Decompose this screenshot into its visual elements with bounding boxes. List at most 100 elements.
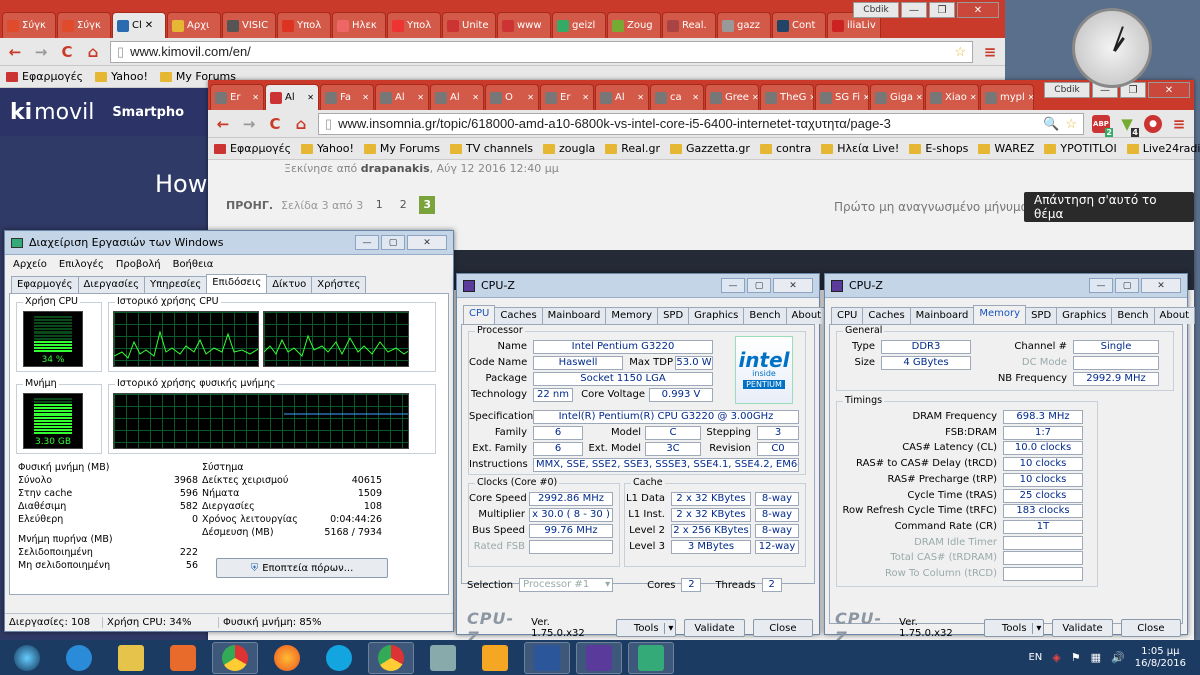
browser-tab[interactable]: Fa ✕	[320, 84, 374, 110]
bookmark-item[interactable]: Εφαρμογές	[214, 142, 291, 155]
clock-gadget[interactable]	[1072, 8, 1152, 88]
bookmark-item[interactable]: Yahoo!	[301, 142, 354, 155]
bookmark-item[interactable]: My Forums	[363, 142, 440, 155]
minimize-button[interactable]: —	[901, 2, 927, 18]
tab-caches[interactable]: Caches	[862, 307, 911, 324]
bookmark-item[interactable]: Real.gr	[605, 142, 660, 155]
browser-tab[interactable]: Al ✕	[430, 84, 484, 110]
tab-memory[interactable]: Memory	[973, 305, 1027, 325]
bookmark-item[interactable]: YPOTITLOI	[1044, 142, 1117, 155]
maximize-button[interactable]: ▢	[1115, 278, 1139, 293]
browser-tab[interactable]: Zoug	[607, 12, 661, 38]
browser-tab[interactable]: Σύγκ	[57, 12, 111, 38]
validate-button[interactable]: Validate	[684, 619, 745, 637]
tab-graphics[interactable]: Graphics	[688, 307, 745, 324]
bookmark-item[interactable]: zougla	[543, 142, 595, 155]
back-icon[interactable]: ←	[6, 43, 24, 61]
browser-tab[interactable]: Cl ✕	[112, 12, 166, 38]
browser-tab[interactable]: Al ✕	[375, 84, 429, 110]
forward-icon[interactable]: →	[32, 43, 50, 61]
maximize-button[interactable]: ❐	[929, 2, 955, 18]
minimize-button[interactable]: —	[721, 278, 745, 293]
star-icon[interactable]: ☆	[1065, 116, 1077, 132]
zoom-icon[interactable]: 🔍	[1043, 116, 1059, 132]
browser-tab[interactable]: mypl ✕	[980, 84, 1034, 110]
browser-tab[interactable]: Er ✕	[210, 84, 264, 110]
close-tab-icon[interactable]: ✕	[582, 93, 589, 102]
browser-tab[interactable]: Gree ✕	[705, 84, 759, 110]
tab-cpu[interactable]: CPU	[831, 307, 864, 324]
minimize-button[interactable]: —	[355, 235, 379, 250]
tools-button[interactable]: Tools ▾	[616, 619, 677, 637]
browser-tab[interactable]: SG Fi✕	[815, 84, 869, 110]
close-tab-icon[interactable]: ✕	[809, 93, 813, 102]
close-button[interactable]: ✕	[407, 235, 447, 250]
close-tab-icon[interactable]: ✕	[1028, 93, 1033, 102]
tray-app-icon[interactable]: ◈	[1052, 651, 1060, 664]
taskbar-media[interactable]	[160, 642, 206, 674]
close-tab-icon[interactable]: ✕	[863, 93, 868, 102]
maximize-button[interactable]: ▢	[747, 278, 771, 293]
tab-4[interactable]: Δίκτυο	[266, 276, 313, 293]
browser-tab[interactable]: TheG✕	[760, 84, 814, 110]
page-1[interactable]: 1	[371, 196, 387, 214]
tab-bench[interactable]: Bench	[743, 307, 787, 324]
tools-button[interactable]: Tools ▾	[984, 619, 1045, 637]
close-tab-icon[interactable]: ✕	[252, 93, 259, 102]
taskbar-word[interactable]	[524, 641, 570, 674]
tab-0[interactable]: Εφαρμογές	[11, 276, 79, 293]
close-tab-icon[interactable]: ✕	[417, 93, 424, 102]
close-tab-icon[interactable]: ✕	[752, 93, 758, 102]
browser-tab[interactable]: Cont	[772, 12, 826, 38]
validate-button[interactable]: Validate	[1052, 619, 1113, 637]
browser-tab[interactable]: Real.	[662, 12, 716, 38]
browser-tab[interactable]: Υπολ	[277, 12, 331, 38]
browser-tab[interactable]: Σύγκ	[2, 12, 56, 38]
language-indicator[interactable]: EN	[1028, 652, 1042, 663]
tab-spd[interactable]: SPD	[1025, 307, 1058, 324]
bookmark-item[interactable]: contra	[759, 142, 811, 155]
resource-monitor-button[interactable]: ⛨ Εποπτεία πόρων...	[216, 558, 388, 578]
menu-item[interactable]: Βοήθεια	[173, 259, 214, 270]
adblock-icon[interactable]: ABP 2	[1092, 114, 1113, 137]
close-tab-icon[interactable]: ✕	[527, 93, 534, 102]
star-icon[interactable]: ☆	[954, 44, 966, 60]
browser-tab[interactable]: O ✕	[485, 84, 539, 110]
browser-tab[interactable]: www	[497, 12, 551, 38]
network-icon[interactable]: ▦	[1091, 651, 1101, 664]
close-tab-icon[interactable]: ✕	[145, 20, 153, 31]
user-badge[interactable]: Cbdik	[1044, 82, 1090, 98]
close-button[interactable]: ✕	[773, 278, 813, 293]
tab-1[interactable]: Διεργασίες	[77, 276, 146, 293]
tab-3[interactable]: Επιδόσεις	[206, 274, 268, 294]
browser-tab[interactable]: gazz	[717, 12, 771, 38]
menu-item[interactable]: Προβολή	[116, 259, 161, 270]
tab-memory[interactable]: Memory	[605, 307, 659, 324]
tab-caches[interactable]: Caches	[494, 307, 543, 324]
close-tab-icon[interactable]: ✕	[307, 93, 314, 102]
taskbar-chrome[interactable]	[212, 641, 258, 674]
menu-icon[interactable]: ≡	[1170, 115, 1188, 133]
tab-spd[interactable]: SPD	[657, 307, 690, 324]
clock[interactable]: 1:05 μμ 16/8/2016	[1135, 646, 1186, 670]
tab-graphics[interactable]: Graphics	[1056, 307, 1113, 324]
page-3[interactable]: 3	[419, 196, 436, 214]
menu-item[interactable]: Αρχείο	[13, 259, 47, 270]
browser-tab[interactable]: ca ✕	[650, 84, 704, 110]
started-by-user[interactable]: drapanakis	[361, 162, 430, 175]
taskbar-outlook[interactable]	[472, 642, 518, 674]
first-unread-link[interactable]: Πρώτο μη αναγνωσμένο μήνυμα	[834, 200, 1029, 214]
taskbar-taskmgr[interactable]	[628, 641, 674, 674]
user-badge[interactable]: Cbdik	[853, 2, 899, 18]
close-tab-icon[interactable]: ✕	[970, 93, 977, 102]
taskbar-firefox[interactable]	[264, 642, 310, 674]
tab-about[interactable]: About	[785, 307, 828, 324]
back-icon[interactable]: ←	[214, 115, 232, 133]
bookmark-item[interactable]: Yahoo!	[95, 70, 148, 83]
browser-tab[interactable]: Al ✕	[265, 84, 319, 110]
browser-tab[interactable]: Giga ✕	[870, 84, 924, 110]
browser-tab[interactable]: VISIC	[222, 12, 276, 38]
bookmark-item[interactable]: E-shops	[909, 142, 968, 155]
browser-tab[interactable]: Υπολ	[387, 12, 441, 38]
processor-select[interactable]: Processor #1 ▾	[519, 578, 614, 592]
